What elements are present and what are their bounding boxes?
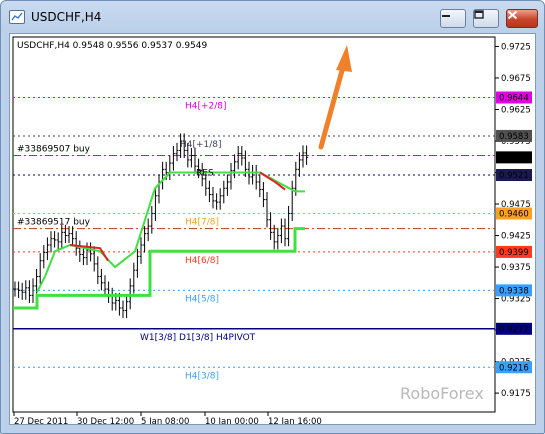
level-label: H4[5/8]	[185, 294, 219, 304]
level-label: W1[3/8] D1[3/8] H4PIVOT	[140, 333, 256, 343]
level-label: H4[6/8]	[185, 256, 219, 266]
y-axis-tick-label: 0.9675	[501, 74, 531, 84]
chart-info-text: USDCHF,H4 0.9548 0.9556 0.9537 0.9549	[17, 41, 207, 51]
chart-canvas[interactable]: USDCHF,H4 0.9548 0.9556 0.9537 0.9549 H4…	[9, 33, 536, 425]
close-icon	[507, 10, 518, 20]
support-line	[13, 227, 305, 310]
window-title: USDCHF,H4	[31, 10, 102, 24]
res-label: RES	[196, 169, 214, 179]
y-axis-tick-label: 0.9375	[501, 263, 531, 273]
broker-watermark: RoboForex	[400, 384, 484, 403]
price-tag-label: 0.9521	[499, 171, 529, 181]
price-tag-label: 0.9216	[499, 363, 529, 373]
price-tag-label: 0.9460	[499, 209, 529, 219]
price-tag-label: 0.9583	[499, 132, 529, 142]
x-axis-tick-label: 12 Jan 16:00	[268, 417, 322, 424]
x-axis-tick-label: 10 Jan 00:00	[205, 417, 259, 424]
level-label: H4[+1/8]	[180, 140, 222, 150]
price-tag-label: 0.9399	[499, 248, 529, 258]
trailing-line	[36, 171, 305, 293]
maximize-icon	[474, 10, 484, 19]
title-bar[interactable]: USDCHF,H4	[1, 1, 544, 33]
x-axis-tick-label: 27 Dec 2011	[14, 417, 68, 424]
price-tag-label: 0.9549	[499, 153, 529, 163]
x-axis-tick-label: 30 Dec 12:00	[77, 417, 134, 424]
y-axis-tick-label: 0.9425	[501, 232, 531, 242]
maximize-button[interactable]	[473, 9, 499, 28]
order-label: #33869507 buy	[17, 144, 91, 154]
forecast-arrow-icon	[318, 45, 352, 150]
y-axis-tick-label: 0.9625	[501, 105, 531, 115]
chart-window: USDCHF,H4 USDCHF,H4 0.9548 0.9556 0.9537…	[0, 0, 545, 434]
minimize-icon	[442, 15, 450, 17]
x-axis-tick-label: 5 Jan 08:00	[141, 417, 189, 424]
level-label: H4[+2/8]	[185, 102, 227, 112]
minimize-button[interactable]	[440, 9, 466, 28]
price-tag-label: 0.9277	[499, 325, 529, 335]
price-chart[interactable]: USDCHF,H4 0.9548 0.9556 0.9537 0.9549 H4…	[10, 34, 535, 424]
y-axis-tick-label: 0.9175	[501, 389, 531, 399]
close-button[interactable]	[506, 9, 538, 28]
level-label: H4[3/8]	[185, 371, 219, 381]
price-tag-label: 0.9644	[499, 94, 529, 104]
chart-app-icon	[9, 10, 25, 24]
order-label: #33869517 buy	[17, 218, 91, 228]
price-tag-label: 0.9338	[499, 286, 529, 296]
y-axis-tick-label: 0.9725	[501, 42, 531, 52]
level-label: H4[7/8]	[185, 217, 219, 227]
